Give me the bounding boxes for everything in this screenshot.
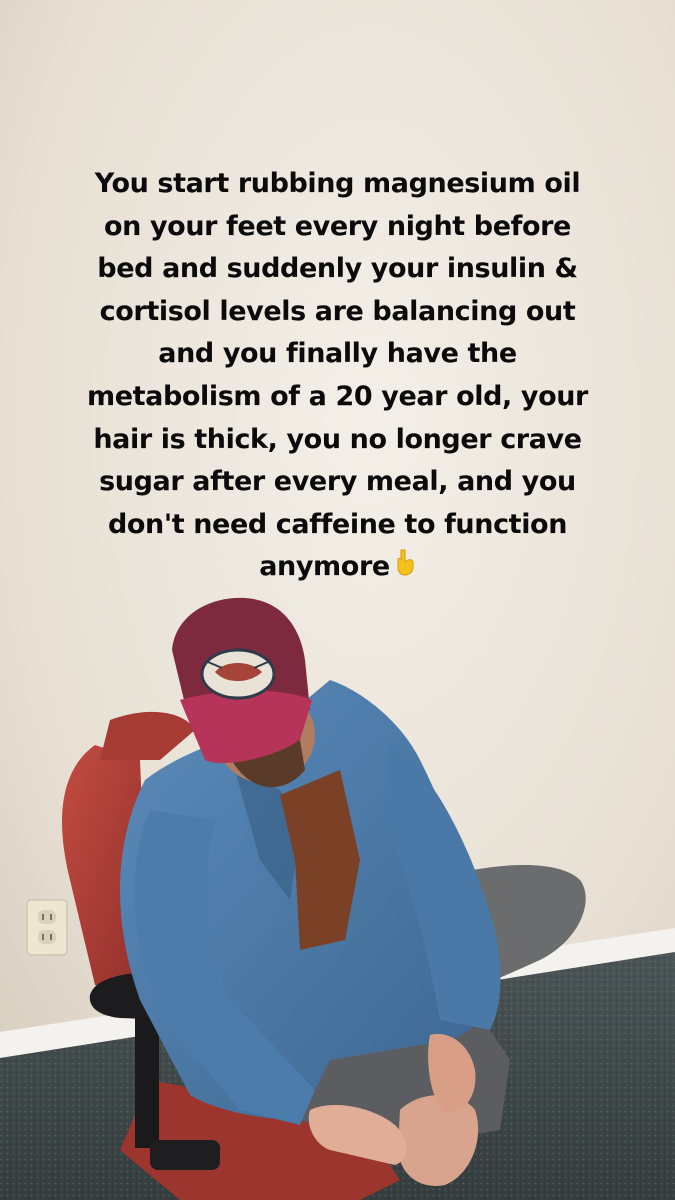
caption-line: You start rubbing magnesium oil: [94, 168, 581, 199]
caption-line: sugar after every meal, and you: [99, 466, 576, 498]
caption-line: anymore: [259, 551, 390, 583]
caption-line: and you finally have the: [158, 338, 517, 370]
wall-outlet: [26, 899, 68, 956]
pointing-down-hand-icon: [394, 547, 416, 590]
caption-text: You start rubbing magnesium oil on your …: [40, 163, 635, 589]
caption-line: cortisol levels are balancing out: [99, 295, 576, 327]
caption-line: on your feet every night before: [104, 210, 571, 242]
caption-line: don't need caffeine to function: [107, 508, 568, 540]
caption-last-line: anymore: [40, 546, 635, 589]
caption-line: bed and suddenly your insulin &: [97, 253, 578, 285]
caption-line: metabolism of a 20 year old, your: [87, 380, 588, 412]
caption-line: hair is thick, you no longer crave: [93, 423, 582, 455]
